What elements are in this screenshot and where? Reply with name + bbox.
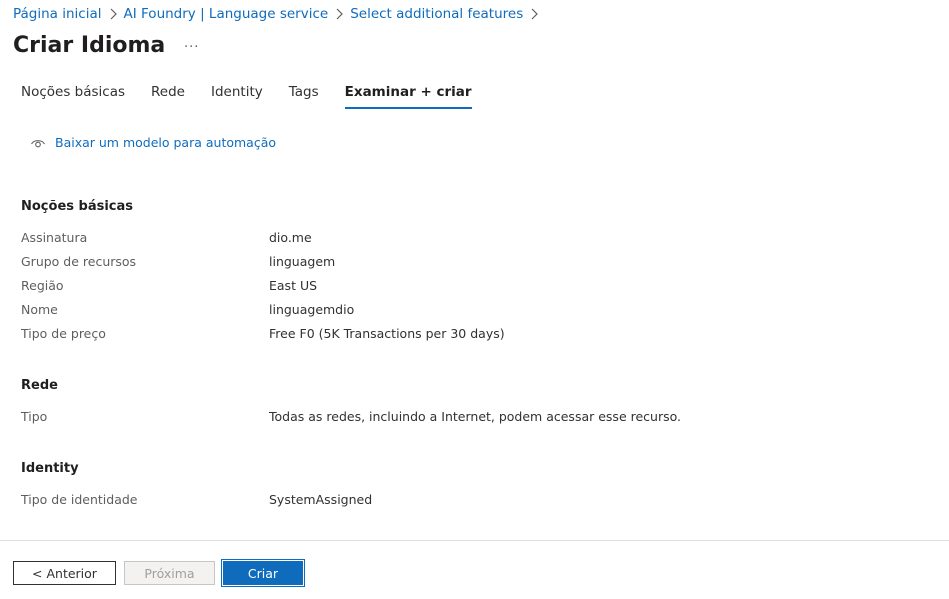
- row-value-subscription: dio.me: [269, 230, 312, 245]
- row-value-identity-type: SystemAssigned: [269, 492, 373, 507]
- section-heading-network: Rede: [21, 378, 58, 393]
- page-title: Criar Idioma: [13, 33, 166, 58]
- next-button[interactable]: Próxima: [124, 561, 215, 585]
- breadcrumb-home[interactable]: Página inicial: [13, 6, 102, 22]
- row-label-identity-type: Tipo de identidade: [21, 492, 138, 507]
- breadcrumb: Página inicial AI Foundry | Language ser…: [13, 6, 545, 22]
- row-label-pricing-tier: Tipo de preço: [21, 326, 106, 341]
- row-label-subscription: Assinatura: [21, 230, 88, 245]
- chevron-right-icon: [332, 6, 346, 22]
- breadcrumb-language-service[interactable]: AI Foundry | Language service: [124, 6, 329, 22]
- breadcrumb-additional-features[interactable]: Select additional features: [350, 6, 523, 22]
- row-value-region: East US: [269, 278, 318, 293]
- more-options-button[interactable]: ...: [184, 36, 199, 51]
- section-heading-basics: Noções básicas: [21, 199, 134, 214]
- previous-button[interactable]: < Anterior: [13, 561, 116, 585]
- row-label-resource-group: Grupo de recursos: [21, 254, 137, 269]
- row-value-network-type: Todas as redes, incluindo a Internet, po…: [269, 409, 682, 424]
- row-label-region: Região: [21, 278, 64, 293]
- row-value-name: linguagemdio: [269, 302, 355, 317]
- footer-divider: [0, 540, 949, 541]
- tab-tags[interactable]: Tags: [289, 83, 319, 109]
- tab-nocoes-basicas[interactable]: Noções básicas: [21, 83, 125, 109]
- chevron-right-icon: [106, 6, 120, 22]
- tab-bar: Noções básicas Rede Identity Tags Examin…: [21, 83, 472, 109]
- download-template-link[interactable]: Baixar um modelo para automação: [30, 135, 276, 151]
- tab-rede[interactable]: Rede: [151, 83, 185, 109]
- row-value-resource-group: linguagem: [269, 254, 336, 269]
- tab-identity[interactable]: Identity: [211, 83, 263, 109]
- row-label-network-type: Tipo: [21, 409, 48, 424]
- row-label-name: Nome: [21, 302, 58, 317]
- row-value-pricing-tier: Free F0 (5K Transactions per 30 days): [269, 326, 505, 341]
- section-heading-identity: Identity: [21, 461, 79, 476]
- chevron-right-icon: [527, 6, 541, 22]
- tab-examinar-criar[interactable]: Examinar + criar: [344, 83, 472, 109]
- create-button[interactable]: Criar: [221, 559, 305, 587]
- download-template-label: Baixar um modelo para automação: [55, 135, 277, 150]
- eye-icon: [30, 135, 46, 151]
